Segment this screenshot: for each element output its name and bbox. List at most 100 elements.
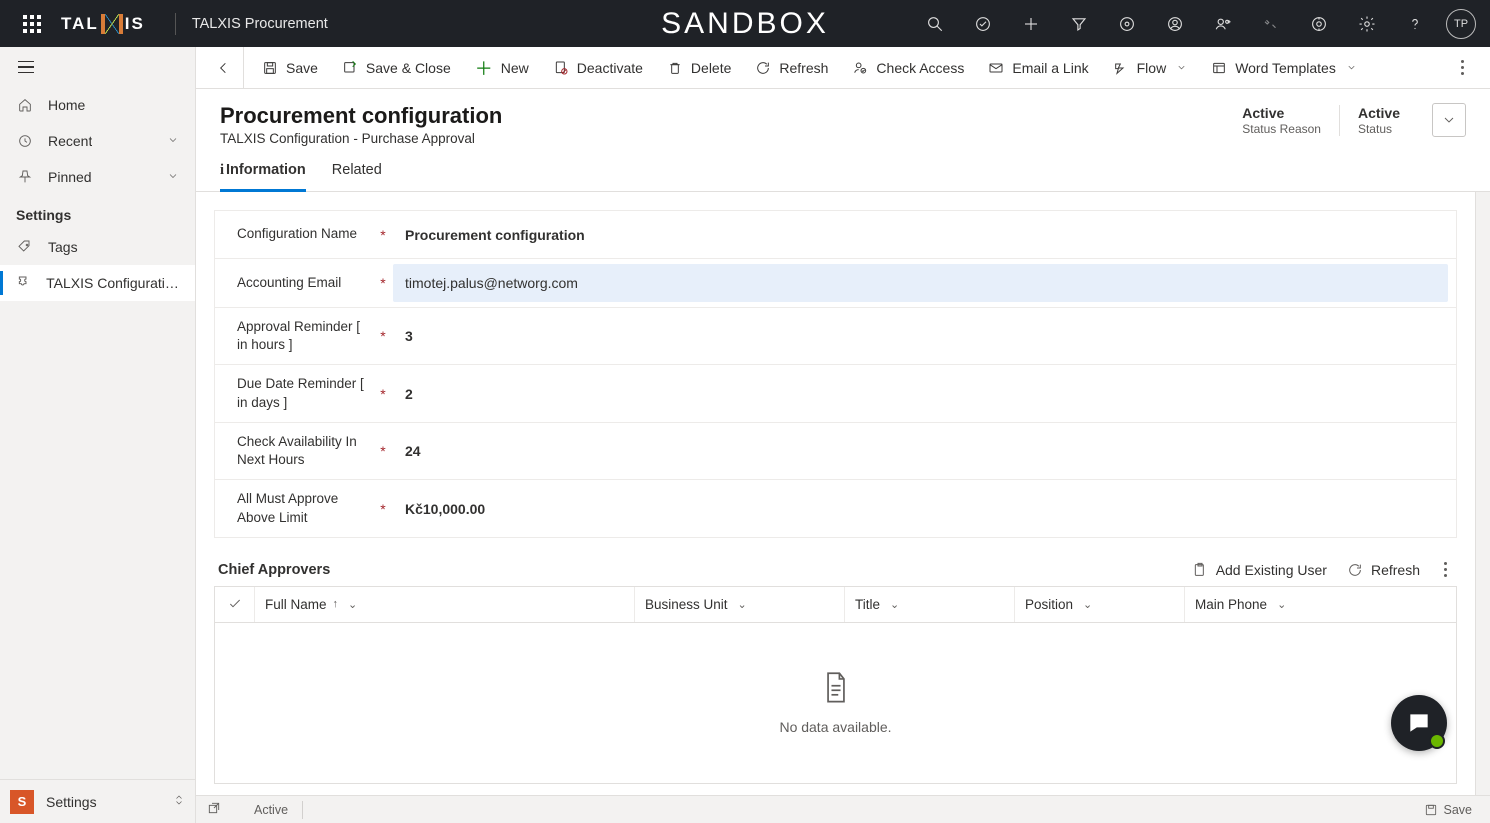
field-accounting-email[interactable]: Accounting Email * timotej.palus@networg… — [215, 259, 1456, 308]
header-expand-button[interactable] — [1432, 103, 1466, 137]
nav-home-label: Home — [48, 97, 85, 113]
field-value: Kč10,000.00 — [393, 501, 1456, 517]
popout-icon[interactable] — [206, 800, 224, 819]
vertical-scrollbar[interactable] — [1475, 192, 1490, 795]
clock-icon — [16, 133, 34, 149]
brand-logo[interactable]: TAL IS — [61, 14, 145, 34]
grid-header-row: Full Name ↑ ⌄ Business Unit ⌄ Title ⌄ — [215, 587, 1456, 623]
field-configuration-name[interactable]: Configuration Name * Procurement configu… — [215, 211, 1456, 259]
nav-recent[interactable]: Recent — [0, 123, 195, 159]
chevron-down-icon: ⌄ — [348, 598, 357, 611]
subgrid-title: Chief Approvers — [218, 562, 330, 578]
nav-section-settings: Settings — [0, 195, 195, 229]
cmd-refresh[interactable]: Refresh — [743, 47, 840, 89]
search-icon[interactable] — [912, 0, 958, 47]
header-status-reason[interactable]: Active Status Reason — [1224, 105, 1339, 136]
cmd-save-close[interactable]: Save & Close — [330, 47, 463, 89]
cmd-check-access[interactable]: Check Access — [840, 47, 976, 89]
nav-tags-label: Tags — [48, 239, 78, 255]
assistant-icon[interactable] — [1104, 0, 1150, 47]
global-topbar: TAL IS TALXIS Procurement SANDBOX — [0, 0, 1490, 47]
nav-pinned[interactable]: Pinned — [0, 159, 195, 195]
app-name: TALXIS Procurement — [192, 16, 328, 32]
subgrid-add-label: Add Existing User — [1216, 562, 1327, 578]
nav-collapse-button[interactable] — [0, 47, 195, 87]
field-check-availability[interactable]: Check Availability In Next Hours * 24 — [215, 423, 1456, 480]
col-business-unit[interactable]: Business Unit ⌄ — [635, 587, 845, 622]
fields-section: Configuration Name * Procurement configu… — [214, 210, 1457, 538]
col-fullname[interactable]: Full Name ↑ ⌄ — [255, 587, 635, 622]
cmd-save[interactable]: Save — [250, 47, 330, 89]
chat-fab[interactable] — [1391, 695, 1447, 751]
field-due-date-reminder[interactable]: Due Date Reminder [ in days ] * 2 — [215, 365, 1456, 422]
team-icon[interactable] — [1200, 0, 1246, 47]
cmd-new-label: New — [501, 60, 529, 76]
cmd-check-access-label: Check Access — [876, 60, 964, 76]
advanced-icon[interactable] — [1296, 0, 1342, 47]
page-subtitle: TALXIS Configuration - Purchase Approval — [220, 131, 502, 146]
settings-gear-icon[interactable] — [1344, 0, 1390, 47]
chevron-down-icon: ⌄ — [890, 598, 899, 611]
nav-recent-label: Recent — [48, 133, 92, 149]
field-approval-reminder[interactable]: Approval Reminder [ in hours ] * 3 — [215, 308, 1456, 365]
col-title[interactable]: Title ⌄ — [845, 587, 1015, 622]
grid-select-all[interactable] — [215, 587, 255, 622]
cmd-flow-label: Flow — [1137, 60, 1167, 76]
col-position[interactable]: Position ⌄ — [1015, 587, 1185, 622]
tools-icon[interactable] — [1248, 0, 1294, 47]
help-icon[interactable] — [1392, 0, 1438, 47]
header-status[interactable]: Active Status — [1339, 105, 1418, 136]
task-checker-icon[interactable] — [960, 0, 1006, 47]
col-fullname-label: Full Name — [265, 597, 327, 612]
document-icon — [822, 671, 850, 705]
user-avatar[interactable]: TP — [1446, 9, 1476, 39]
cmd-email-link[interactable]: Email a Link — [976, 47, 1100, 89]
field-label: Due Date Reminder [ in days ] — [215, 365, 373, 421]
area-switcher[interactable]: S Settings — [0, 779, 195, 823]
field-approve-limit[interactable]: All Must Approve Above Limit * Kč10,000.… — [215, 480, 1456, 536]
page-title: Procurement configuration — [220, 103, 502, 129]
grid-empty-text: No data available. — [779, 719, 891, 735]
subgrid-more[interactable] — [1440, 562, 1451, 577]
cmd-delete[interactable]: Delete — [655, 47, 743, 89]
nav-home[interactable]: Home — [0, 87, 195, 123]
chevron-down-icon — [1346, 60, 1357, 76]
app-launcher[interactable] — [8, 0, 55, 47]
field-label: All Must Approve Above Limit — [215, 480, 373, 536]
cmd-word-templates[interactable]: Word Templates — [1199, 47, 1369, 89]
field-label: Approval Reminder [ in hours ] — [215, 308, 373, 364]
tab-information[interactable]: iInformation — [220, 162, 306, 192]
subgrid-add-existing[interactable]: Add Existing User — [1192, 562, 1327, 578]
cmd-new[interactable]: ＋ New — [463, 47, 541, 89]
filter-icon[interactable] — [1056, 0, 1102, 47]
cmd-save-close-label: Save & Close — [366, 60, 451, 76]
add-icon[interactable] — [1008, 0, 1054, 47]
status-footer: Active Save — [196, 795, 1490, 823]
tab-information-label: Information — [226, 162, 306, 178]
cmd-deactivate[interactable]: Deactivate — [541, 47, 655, 89]
environment-label: SANDBOX — [661, 7, 829, 41]
subgrid-refresh[interactable]: Refresh — [1347, 562, 1420, 578]
required-indicator: * — [373, 501, 393, 517]
col-position-label: Position — [1025, 597, 1073, 612]
logo-mark-icon — [101, 14, 123, 34]
required-indicator: * — [373, 386, 393, 402]
cmd-overflow[interactable] — [1443, 60, 1482, 75]
hamburger-icon — [18, 61, 34, 74]
field-value[interactable]: timotej.palus@networg.com — [393, 264, 1448, 302]
sort-asc-icon: ↑ — [333, 598, 339, 610]
user-icon[interactable] — [1152, 0, 1198, 47]
required-indicator: * — [373, 275, 393, 291]
tag-icon — [16, 239, 34, 255]
field-label: Configuration Name — [215, 215, 373, 253]
nav-talxis-config[interactable]: TALXIS Configuration… — [0, 265, 195, 301]
back-button[interactable] — [204, 47, 244, 89]
col-main-phone[interactable]: Main Phone ⌄ — [1185, 587, 1456, 622]
nav-tags[interactable]: Tags — [0, 229, 195, 265]
cmd-flow[interactable]: Flow — [1101, 47, 1200, 89]
footer-save[interactable]: Save — [1416, 803, 1481, 817]
col-phone-label: Main Phone — [1195, 597, 1267, 612]
required-indicator: * — [373, 227, 393, 243]
field-value: 2 — [393, 386, 1456, 402]
tab-related[interactable]: Related — [332, 162, 382, 191]
